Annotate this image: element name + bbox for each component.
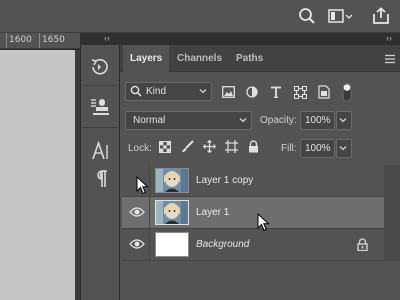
shape-filter-icon[interactable]	[294, 86, 307, 99]
eye-icon[interactable]	[129, 238, 145, 250]
dock-separator	[83, 85, 117, 86]
opacity-value: 100%	[305, 115, 331, 126]
ruler-mark: 1600	[9, 35, 32, 45]
opacity-input[interactable]: 100%	[300, 111, 335, 130]
fill-value: 100%	[305, 143, 331, 154]
visibility-column-divider	[149, 229, 150, 261]
layers-list: Layer 1 copy Layer 1 Background	[122, 165, 384, 261]
layers-scrollbar[interactable]	[384, 165, 400, 261]
workspace-icon[interactable]	[328, 7, 352, 25]
panel-collapse-toggle[interactable]: ››	[386, 33, 392, 44]
ruler-mark: 1650	[42, 35, 65, 45]
character-icon[interactable]	[91, 141, 111, 161]
dock-header[interactable]: ‹‹	[80, 33, 120, 45]
lock-position-icon[interactable]	[203, 140, 216, 153]
eye-icon[interactable]	[129, 206, 145, 218]
visibility-column-divider	[149, 197, 150, 229]
fill-slider-toggle[interactable]	[336, 139, 352, 158]
dock-collapse-toggle[interactable]: ‹‹	[104, 33, 110, 44]
search-icon[interactable]	[298, 7, 316, 25]
tab-channels[interactable]: Channels	[170, 45, 229, 72]
filter-toggle-icon[interactable]	[342, 82, 352, 102]
tab-layers[interactable]: Layers	[123, 45, 170, 72]
lock-icon[interactable]	[357, 238, 368, 251]
layer-name[interactable]: Layer 1 copy	[196, 175, 253, 186]
adjustment-filter-icon[interactable]	[246, 86, 258, 98]
image-filter-icon[interactable]	[222, 86, 235, 98]
history-icon[interactable]	[89, 57, 111, 77]
lock-all-icon[interactable]	[248, 140, 259, 153]
tab-paths[interactable]: Paths	[229, 45, 270, 72]
search-icon	[130, 85, 142, 97]
layer-name[interactable]: Layer 1	[196, 207, 229, 218]
layer-thumbnail[interactable]	[155, 200, 189, 225]
mouse-cursor-icon	[136, 176, 149, 195]
lock-transparent-icon[interactable]	[159, 141, 171, 153]
ruler-tick	[39, 33, 40, 48]
fill-input[interactable]: 100%	[300, 139, 335, 158]
panel-dock	[80, 45, 120, 300]
chevron-down-icon	[338, 143, 348, 153]
type-filter-icon[interactable]	[270, 86, 282, 98]
dock-separator	[83, 127, 117, 128]
smart-object-filter-icon[interactable]	[318, 85, 330, 99]
blend-mode-value: Normal	[133, 115, 166, 126]
visibility-column-divider	[149, 165, 150, 197]
lock-image-icon[interactable]	[181, 140, 194, 153]
app-top-bar	[0, 0, 400, 33]
layer-row-layer-1[interactable]: Layer 1	[122, 197, 384, 229]
horizontal-ruler: 1600 1650	[0, 33, 80, 49]
document-canvas[interactable]	[0, 50, 75, 300]
panel-menu-icon[interactable]	[384, 54, 396, 64]
filter-kind-label: Kind	[146, 86, 167, 97]
properties-icon[interactable]	[89, 97, 111, 119]
blend-mode-select[interactable]: Normal	[125, 111, 252, 130]
mouse-cursor-icon	[257, 213, 270, 232]
ruler-tick	[6, 33, 7, 48]
layer-filter-kind-select[interactable]: Kind	[125, 82, 212, 101]
layer-name[interactable]: Background	[196, 239, 249, 250]
chevron-down-icon	[238, 115, 248, 125]
lock-label: Lock:	[128, 143, 152, 154]
opacity-slider-toggle[interactable]	[336, 111, 352, 130]
panel-tabs: Layers Channels Paths	[120, 45, 400, 72]
opacity-label: Opacity:	[260, 115, 297, 126]
panel-group-header[interactable]: ››	[120, 33, 400, 45]
layer-row-background[interactable]: Background	[122, 229, 384, 261]
layer-thumbnail[interactable]	[155, 232, 189, 257]
chevron-down-icon	[338, 115, 348, 125]
chevron-down-icon	[198, 86, 208, 96]
share-icon[interactable]	[372, 7, 390, 25]
layer-thumbnail[interactable]	[155, 168, 189, 193]
layer-row-layer-1-copy[interactable]: Layer 1 copy	[122, 165, 384, 197]
lock-artboard-icon[interactable]	[225, 140, 238, 153]
fill-label: Fill:	[281, 143, 297, 154]
paragraph-icon[interactable]	[93, 169, 109, 189]
